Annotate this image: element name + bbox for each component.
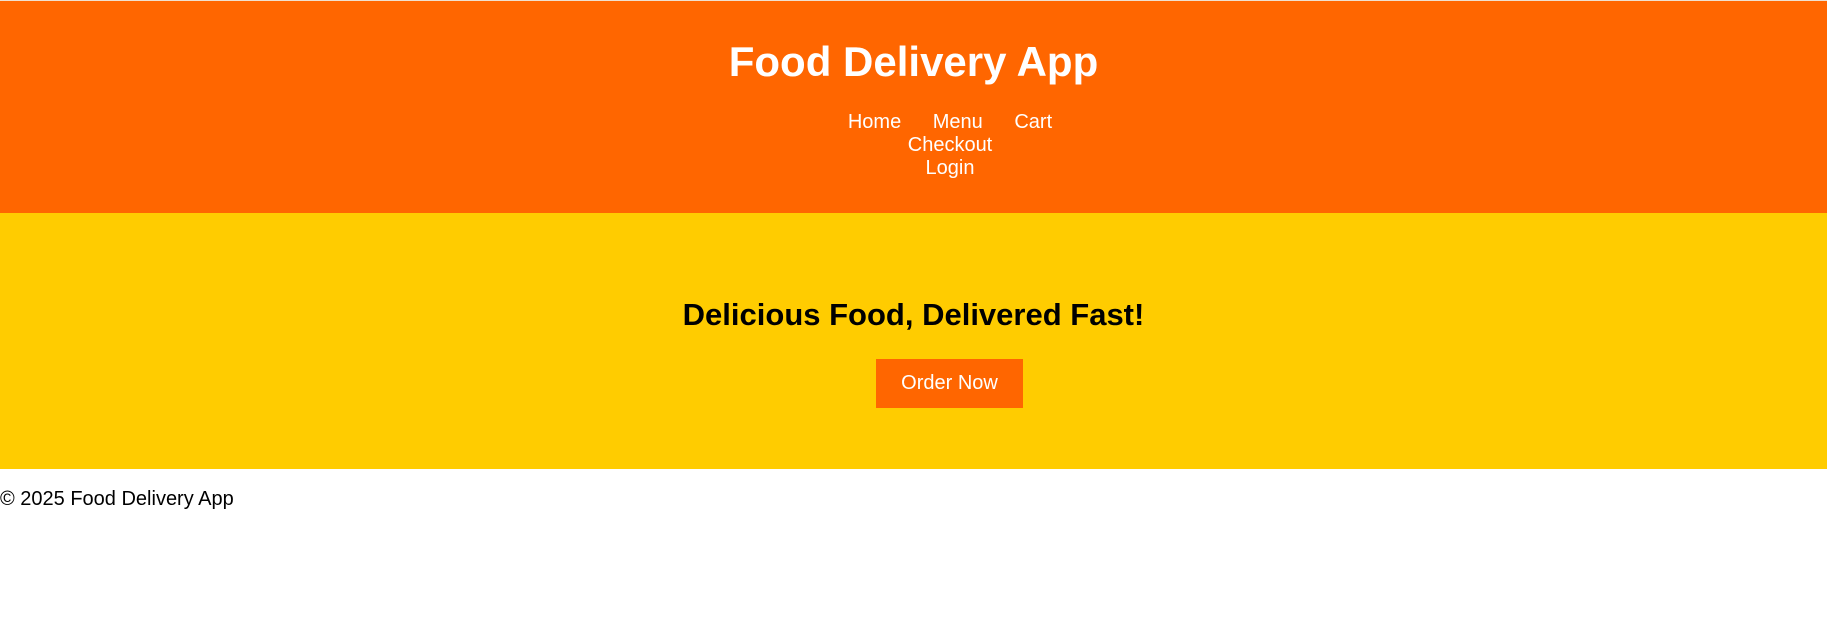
site-header: Food Delivery App Home Menu Cart Checkou…: [0, 0, 1827, 213]
site-footer: © 2025 Food Delivery App: [0, 488, 234, 510]
nav-link-login[interactable]: Login: [926, 157, 975, 179]
hero-heading: Delicious Food, Delivered Fast!: [682, 297, 1145, 332]
nav-link-home[interactable]: Home: [848, 111, 901, 133]
hero-section: Delicious Food, Delivered Fast! Order No…: [0, 213, 1827, 469]
main-nav: Home Menu Cart Checkout Login: [778, 111, 1122, 180]
nav-link-menu[interactable]: Menu: [933, 111, 983, 133]
nav-link-cart[interactable]: Cart: [1014, 111, 1052, 133]
nav-link-checkout[interactable]: Checkout: [908, 134, 993, 156]
order-now-button[interactable]: Order Now: [876, 359, 1023, 408]
site-title: Food Delivery App: [728, 38, 1099, 85]
